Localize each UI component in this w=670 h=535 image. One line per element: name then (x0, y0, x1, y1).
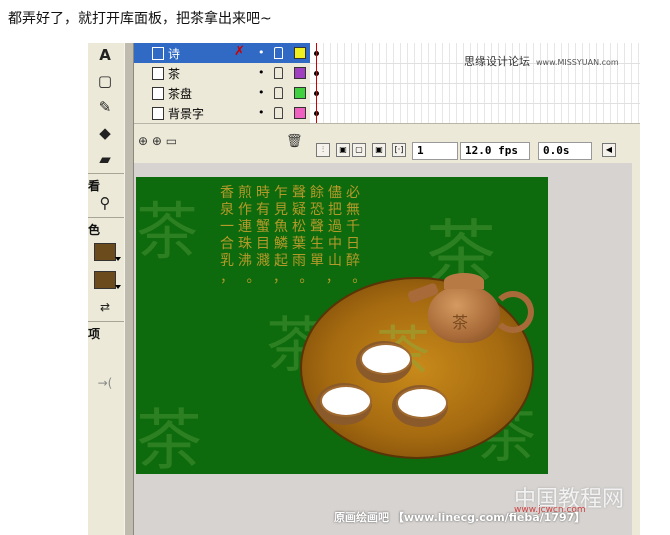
zoom-icon[interactable]: ⚲ (92, 193, 118, 213)
timeline-toolbar: ⊕ ⊕ ▭ 🗑 ⫶ ▣ ▢ ▣ [·] 1 12.0 fps 0.0s ◀ (134, 123, 640, 164)
layer-row-shi[interactable]: 诗 ✗ • (134, 43, 310, 64)
vertical-scrollbar[interactable] (632, 163, 640, 535)
lock-icon[interactable] (274, 67, 283, 79)
timeline-panel: 诗 ✗ • 茶 • 茶盘 • 背景字 • 思缘设计论坛 www.MISSYUAN… (134, 43, 640, 164)
tea-cup[interactable] (392, 385, 448, 427)
colors-label: 色 (88, 223, 101, 237)
forum-watermark: 思缘设计论坛 www.MISSYUAN.com (464, 53, 619, 69)
teapot[interactable]: 茶 (406, 265, 534, 355)
onion-outline-icon[interactable]: ▢ (352, 143, 366, 157)
current-frame: 1 (412, 142, 458, 160)
layer-row-chapan[interactable]: 茶盘 • (134, 83, 310, 104)
layer-icon (152, 67, 164, 80)
caption-text: 都弄好了，就打开库面板，把茶拿出来吧~ (8, 11, 272, 27)
fill-color-swatch[interactable] (94, 271, 121, 289)
paint-bucket-icon[interactable]: ◆ (92, 123, 118, 143)
layer-icon (152, 87, 164, 100)
visibility-dot-icon[interactable]: • (258, 86, 265, 99)
layer-icon (152, 107, 164, 120)
scroll-left-icon[interactable]: ◀ (602, 143, 616, 157)
options-label: 项 (88, 327, 101, 341)
bg-char: 茶 (136, 195, 199, 268)
layer-name: 背景字 (168, 107, 205, 121)
frame-row (310, 103, 640, 124)
poem-line: 一連蟹魚松聲過千 (220, 219, 364, 235)
layer-row-beijingzi[interactable]: 背景字 • (134, 103, 310, 124)
layer-color-box[interactable] (294, 87, 306, 99)
tea-cup[interactable] (316, 383, 372, 425)
divider (88, 321, 124, 322)
visibility-dot-icon[interactable]: • (258, 106, 265, 119)
onion-markers-icon[interactable]: [·] (392, 143, 406, 157)
divider (88, 173, 124, 174)
poem-line: 泉作有見疑恐把無 (220, 202, 364, 218)
poem-line: 香煎時乍聲餘儘必 (220, 185, 364, 201)
center-frame-icon[interactable]: ⫶ (316, 143, 330, 157)
layer-color-box[interactable] (294, 47, 306, 59)
lock-icon[interactable] (274, 87, 283, 99)
layer-color-box[interactable] (294, 107, 306, 119)
elapsed-time: 0.0s (538, 142, 592, 160)
teapot-char: 茶 (452, 313, 469, 332)
frame-row (310, 83, 640, 104)
tools-panel: A ▢ ✎ ◆ ▰ 看 ⚲ 色 ⇄ 项 →( (88, 43, 125, 535)
poem-line: 乳沸濺起雨單山醉 (220, 253, 364, 269)
brush-tool-icon[interactable]: ✎ (92, 97, 118, 117)
visibility-dot-icon[interactable]: • (258, 46, 265, 59)
hidden-x-icon[interactable]: ✗ (234, 44, 245, 59)
panel-divider[interactable] (124, 43, 134, 535)
poem-line: 合珠目鱗葉生中日 (220, 236, 364, 252)
footer-watermark: 原画绘画吧 【www.linecg.com/fieba/1797】 (334, 511, 586, 524)
stage-canvas[interactable]: 茶 茶 茶 茶 茶 香煎時乍聲餘儘必 泉作有見疑恐把無 一連蟹魚松聲過千 合珠目… (136, 177, 548, 474)
layer-name: 茶盘 (168, 87, 193, 101)
frame-rate: 12.0 fps (460, 142, 530, 160)
stage-area: 茶 茶 茶 茶 茶 香煎時乍聲餘儘必 泉作有見疑恐把無 一連蟹魚松聲過千 合珠目… (134, 163, 640, 535)
eraser-tool-icon[interactable]: ▰ (92, 149, 118, 169)
view-label: 看 (88, 179, 101, 193)
forum-url: www.MISSYUAN.com (536, 58, 619, 67)
onion-skin-icon[interactable]: ▣ (336, 143, 350, 157)
layers-list: 诗 ✗ • 茶 • 茶盘 • 背景字 • (134, 43, 310, 124)
tea-cup[interactable] (356, 341, 412, 383)
lock-icon[interactable] (274, 47, 283, 59)
teapot-lid (444, 273, 484, 289)
visibility-dot-icon[interactable]: • (258, 66, 265, 79)
add-layer-icons[interactable]: ⊕ ⊕ ▭ (138, 134, 177, 148)
divider (88, 217, 124, 218)
layer-color-box[interactable] (294, 67, 306, 79)
lock-icon[interactable] (274, 107, 283, 119)
layer-icon (152, 47, 164, 60)
text-tool-icon[interactable]: A (92, 45, 118, 65)
trash-icon[interactable]: 🗑 (286, 134, 303, 149)
layer-name: 诗 (168, 47, 181, 61)
layer-row-cha[interactable]: 茶 • (134, 63, 310, 84)
bg-char: 茶 (136, 402, 202, 474)
flash-window: A ▢ ✎ ◆ ▰ 看 ⚲ 色 ⇄ 项 →( 诗 ✗ • 茶 • 茶盘 • 背景… (88, 43, 640, 535)
stroke-color-swatch[interactable] (94, 243, 121, 261)
edit-multiple-icon[interactable]: ▣ (372, 143, 386, 157)
poem-punctuation: ， 。 ， 。 ， 。 (220, 270, 371, 286)
swap-colors-icon[interactable]: ⇄ (92, 297, 118, 317)
collapse-icon[interactable]: →( (92, 373, 118, 393)
poem-text: 香煎時乍聲餘儘必 泉作有見疑恐把無 一連蟹魚松聲過千 合珠目鱗葉生中日 乳沸濺起… (220, 185, 390, 287)
layer-name: 茶 (168, 67, 181, 81)
rectangle-tool-icon[interactable]: ▢ (92, 71, 118, 91)
forum-name: 思缘设计论坛 (464, 55, 530, 68)
